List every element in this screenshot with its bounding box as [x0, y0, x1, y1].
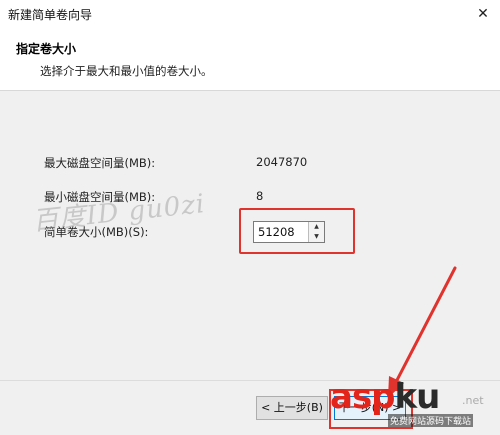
page-title: 指定卷大小 — [16, 42, 77, 56]
close-icon[interactable]: ✕ — [472, 3, 494, 25]
aspku-tagline: 免费网站源码下载站 — [388, 414, 474, 427]
back-button[interactable]: < 上一步(B) — [256, 396, 328, 420]
max-space-value: 2047870 — [256, 155, 308, 169]
volume-size-highlight — [239, 208, 355, 254]
aspku-logo-part-b: ku — [394, 377, 441, 417]
max-space-label: 最大磁盘空间量(MB): — [44, 156, 156, 170]
aspku-net: .net — [462, 394, 484, 407]
title-bar: 新建简单卷向导 ✕ — [0, 0, 500, 29]
min-space-value: 8 — [256, 189, 264, 203]
aspku-logo: aspku — [330, 377, 441, 417]
aspku-logo-part-a: asp — [330, 377, 396, 417]
wizard-header: 指定卷大小 选择介于最大和最小值的卷大小。 — [0, 28, 500, 91]
page-description: 选择介于最大和最小值的卷大小。 — [40, 64, 213, 78]
window-title: 新建简单卷向导 — [8, 8, 93, 22]
